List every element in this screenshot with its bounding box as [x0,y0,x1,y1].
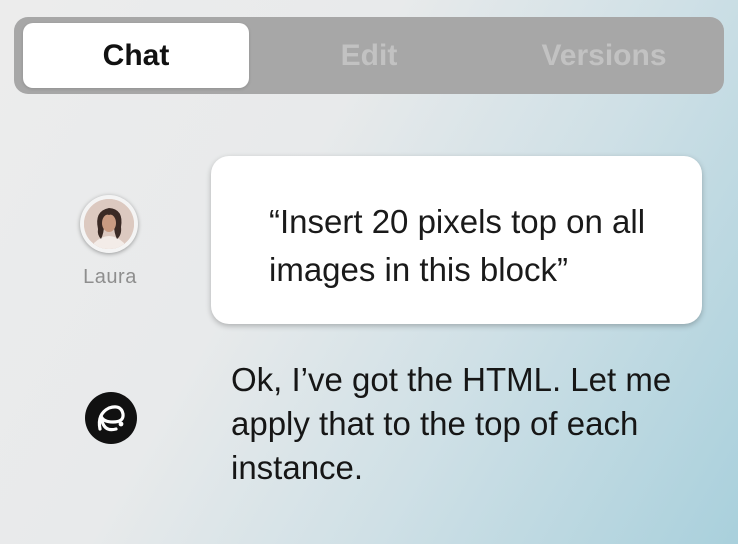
user-avatar-photo [84,199,134,249]
tab-edit[interactable]: Edit [254,23,484,88]
assistant-logo-icon [85,392,137,444]
tab-chat[interactable]: Chat [23,23,249,88]
user-message-text: “Insert 20 pixels top on all images in t… [269,203,646,288]
user-name: Laura [83,266,137,288]
assistant-message-text: Ok, I’ve got the HTML. Let me apply that… [231,361,672,486]
user-message-bubble: “Insert 20 pixels top on all images in t… [211,156,702,324]
tab-versions[interactable]: Versions [489,23,719,88]
tab-bar: Chat Edit Versions [14,17,724,94]
avatar [80,195,138,253]
